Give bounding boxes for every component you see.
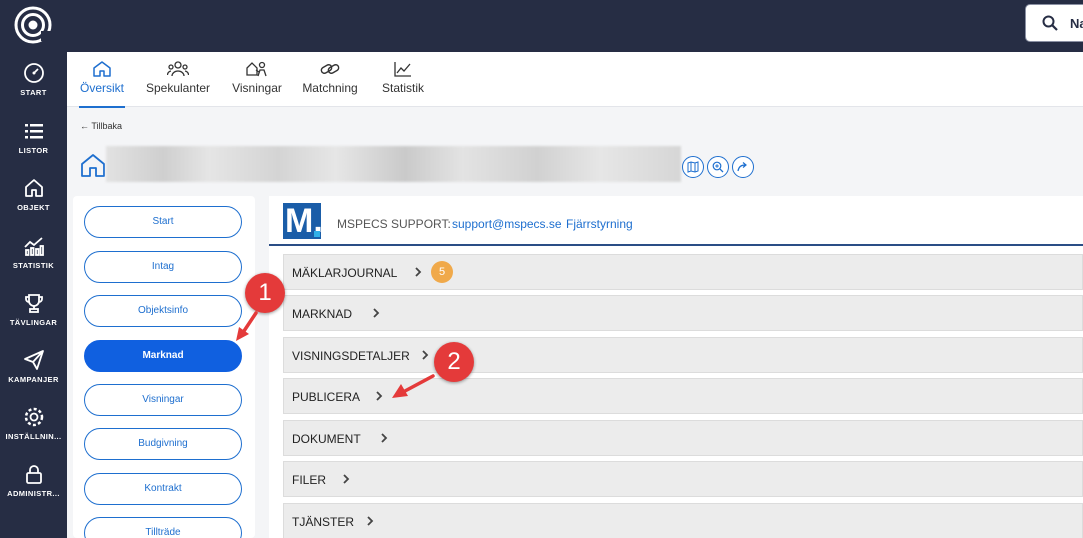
section-label: DOKUMENT (292, 432, 361, 446)
home-icon (24, 179, 43, 197)
lock-icon (25, 465, 42, 484)
section-label: MÄKLARJOURNAL (292, 266, 398, 280)
section-dokument[interactable]: DOKUMENT (283, 420, 1083, 456)
tab-label: Översikt (79, 81, 124, 95)
section-visningsdetaljer[interactable]: VISNINGSDETALJER (283, 337, 1083, 373)
menu-marknad-button[interactable]: Marknad (84, 340, 242, 372)
link-icon (320, 64, 340, 74)
object-address-blurred (106, 146, 681, 182)
search-text: Na (1070, 16, 1083, 31)
home-icon (93, 61, 111, 77)
sidebar-item-tavlingar[interactable]: TÄVLINGAR (0, 292, 67, 348)
sidebar-label: START (20, 88, 47, 97)
map-icon (687, 161, 699, 173)
section-tjanster[interactable]: TJÄNSTER (283, 503, 1083, 538)
section-filer[interactable]: FILER (283, 461, 1083, 497)
count-badge: 5 (431, 261, 453, 283)
chevron-right-icon (381, 433, 388, 443)
chevron-right-icon (376, 391, 383, 401)
divider (269, 244, 1083, 246)
section-marknad[interactable]: MARKNAD (283, 295, 1083, 331)
tab-statistik[interactable]: Statistik (381, 52, 425, 107)
trophy-icon (24, 294, 43, 313)
sidebar-item-installningar[interactable]: INSTÄLLNIN... (0, 406, 67, 462)
sidebar-item-start[interactable]: START (0, 62, 67, 118)
people-icon (167, 61, 189, 77)
tab-label: Spekulanter (145, 81, 211, 95)
zoom-in-icon (712, 161, 724, 173)
annotation-1: 1 (245, 273, 285, 313)
sidebar: START LISTOR OBJEKT STATISTIK TÄVLINGAR … (0, 52, 67, 538)
back-link[interactable]: ← Tillbaka (80, 121, 122, 131)
gauge-icon (23, 63, 44, 83)
support-email-link[interactable]: support@mspecs.se (452, 217, 562, 231)
remote-control-link[interactable]: Fjärrstyrning (566, 217, 633, 231)
zoom-button[interactable] (707, 156, 729, 178)
sidebar-label: STATISTIK (12, 261, 55, 270)
chevron-right-icon (373, 308, 380, 318)
support-label: MSPECS SUPPORT: (337, 217, 451, 231)
section-label: FILER (292, 473, 327, 487)
section-label: PUBLICERA (292, 390, 361, 404)
sidebar-label: KAMPANJER (8, 375, 59, 384)
chevron-right-icon (367, 516, 374, 526)
tab-spekulanter[interactable]: Spekulanter (145, 52, 211, 107)
menu-start-button[interactable]: Start (84, 206, 242, 238)
mspecs-logo: M. (283, 203, 323, 239)
sidebar-label: LISTOR (18, 146, 49, 155)
tab-matchning[interactable]: Matchning (302, 52, 358, 107)
annotation-arrow-2 (392, 374, 435, 398)
map-button[interactable] (682, 156, 704, 178)
share-button[interactable] (732, 156, 754, 178)
tab-label: Matchning (302, 81, 358, 95)
sidebar-item-objekt[interactable]: OBJEKT (0, 177, 67, 233)
paper-plane-icon (23, 350, 44, 370)
section-maklarjournal[interactable]: MÄKLARJOURNAL 5 (283, 254, 1083, 290)
top-bar: Na (0, 0, 1083, 52)
menu-kontrakt-button[interactable]: Kontrakt (84, 473, 242, 505)
sidebar-item-statistik[interactable]: STATISTIK (0, 235, 67, 291)
section-label: TJÄNSTER (292, 515, 355, 529)
line-chart-icon (394, 62, 411, 77)
viewing-icon (246, 61, 267, 77)
annotation-arrow-1 (236, 311, 258, 341)
section-label: VISNINGSDETALJER (292, 349, 410, 363)
sidebar-label: ADMINISTR... (7, 489, 60, 498)
tab-visningar[interactable]: Visningar (231, 52, 283, 107)
chevron-right-icon (415, 267, 422, 277)
tab-label: Visningar (232, 81, 282, 95)
app-logo-icon[interactable] (13, 5, 53, 45)
section-label: MARKNAD (292, 307, 353, 321)
sidebar-item-administration[interactable]: ADMINISTR... (0, 463, 67, 519)
search-icon (1042, 15, 1058, 31)
chevron-right-icon (343, 474, 350, 484)
list-icon (24, 124, 43, 139)
menu-budgivning-button[interactable]: Budgivning (84, 428, 242, 460)
share-arrow-icon (737, 162, 747, 172)
menu-visningar-button[interactable]: Visningar (84, 384, 242, 416)
tab-bar: Översikt Spekulanter Visningar Matchning… (67, 52, 1083, 108)
sidebar-label: TÄVLINGAR (9, 318, 58, 327)
menu-tilltrade-button[interactable]: Tillträde (84, 517, 242, 538)
menu-intag-button[interactable]: Intag (84, 251, 242, 283)
sidebar-label: OBJEKT (17, 203, 50, 212)
home-icon (81, 154, 105, 177)
chevron-right-icon (422, 350, 429, 360)
search-box[interactable]: Na (1025, 4, 1083, 42)
sidebar-label: INSTÄLLNIN... (5, 432, 62, 441)
sidebar-item-listor[interactable]: LISTOR (0, 120, 67, 176)
chart-icon (23, 237, 44, 256)
annotation-2: 2 (434, 342, 474, 382)
sidebar-item-kampanjer[interactable]: KAMPANJER (0, 349, 67, 405)
tab-oversikt[interactable]: Översikt (79, 52, 125, 108)
tab-label: Statistik (381, 81, 424, 95)
menu-objektsinfo-button[interactable]: Objektsinfo (84, 295, 242, 327)
gear-icon (24, 407, 43, 427)
